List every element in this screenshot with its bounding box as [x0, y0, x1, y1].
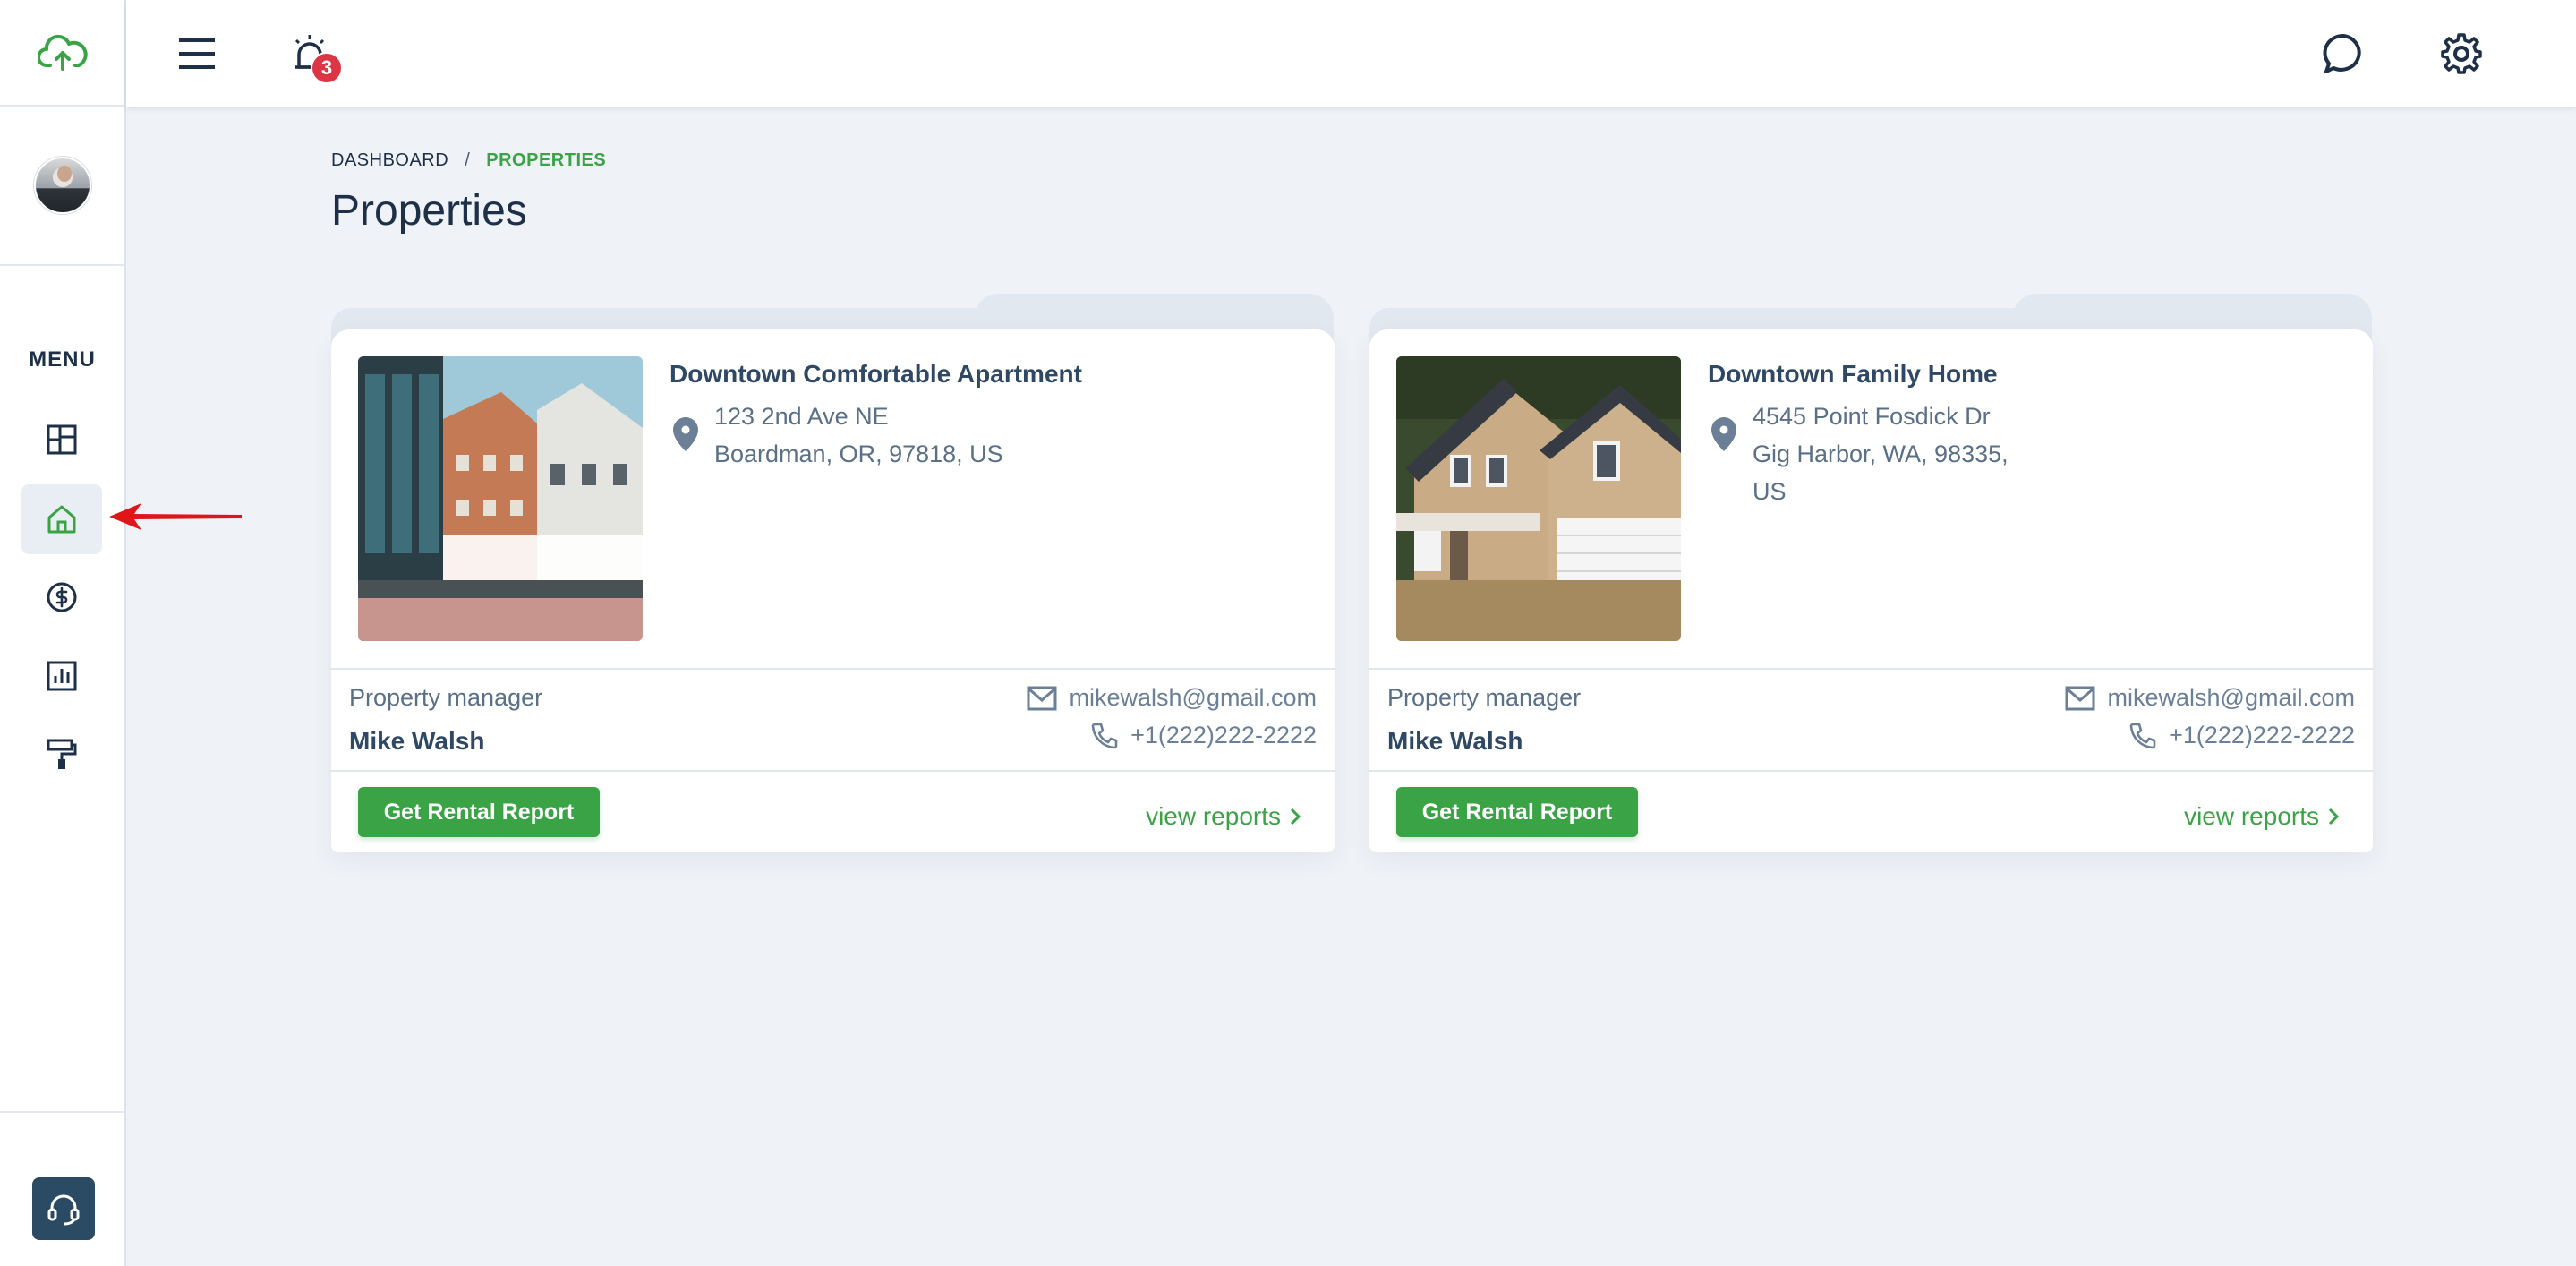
headset-icon: [47, 1194, 80, 1226]
breadcrumb-separator: /: [465, 150, 471, 170]
manager-label: Property manager: [1387, 684, 1582, 711]
sidebar-bottom: [0, 1111, 124, 1266]
property-photo: [358, 356, 643, 641]
menu-toggle-button[interactable]: [170, 27, 224, 81]
divider: [1369, 668, 2373, 670]
property-card: Downtown Comfortable Apartment 123 2nd A…: [331, 329, 1335, 852]
avatar-section: [0, 107, 124, 266]
gear-icon: [2441, 33, 2482, 74]
manager-label: Property manager: [349, 684, 543, 711]
settings-button[interactable]: [2435, 27, 2488, 81]
chart-icon: [47, 661, 77, 691]
manager-email[interactable]: mikewalsh@gmail.com: [2065, 684, 2355, 712]
location-pin-icon: [673, 417, 698, 451]
divider: [331, 668, 1335, 670]
location-pin-icon: [1711, 417, 1736, 451]
sidebar-item-maintenance[interactable]: [21, 720, 102, 790]
manager-phone[interactable]: +1(222)222-2222: [1091, 722, 1317, 749]
view-reports-text: view reports: [2184, 802, 2319, 830]
view-reports-link[interactable]: view reports: [1146, 802, 1301, 831]
chevron-right-icon: [1290, 808, 1301, 825]
divider: [1369, 770, 2373, 772]
notification-badge: 3: [311, 52, 343, 84]
view-reports-text: view reports: [1146, 802, 1281, 830]
hamburger-icon: [179, 38, 215, 69]
sidebar-item-reports[interactable]: [21, 641, 102, 711]
sidebar-item-properties[interactable]: [21, 484, 102, 554]
phone-icon: [2129, 723, 2156, 748]
breadcrumb-properties: PROPERTIES: [486, 150, 607, 170]
breadcrumb: DASHBOARD / PROPERTIES: [331, 150, 606, 171]
phone-icon: [1091, 723, 1118, 748]
house-photo: [1396, 356, 1681, 641]
mail-icon: [1027, 686, 1057, 710]
chevron-right-icon: [2328, 808, 2339, 825]
top-bar: 3: [126, 0, 2576, 107]
logo[interactable]: [0, 0, 124, 107]
sidebar: MENU: [0, 0, 126, 1266]
apartment-photo: [358, 356, 643, 641]
menu-label: MENU: [29, 347, 96, 372]
address-line: Gig Harbor, WA, 98335,: [1753, 441, 2009, 467]
property-photo: [1396, 356, 1681, 641]
avatar[interactable]: [33, 157, 91, 214]
address-line: Boardman, OR, 97818, US: [714, 441, 1003, 467]
get-rental-report-button[interactable]: Get Rental Report: [1396, 787, 1638, 837]
notifications-button[interactable]: 3: [284, 27, 343, 84]
address-line: US: [1753, 478, 1787, 505]
email-text: mikewalsh@gmail.com: [1069, 684, 1317, 711]
support-button[interactable]: [32, 1177, 95, 1240]
mail-icon: [2065, 686, 2095, 710]
chat-bubble-icon: [2323, 33, 2361, 73]
manager-phone[interactable]: +1(222)222-2222: [2129, 722, 2355, 749]
phone-text: +1(222)222-2222: [2169, 722, 2355, 748]
manager-name: Mike Walsh: [349, 727, 485, 755]
dollar-icon: [47, 582, 77, 612]
home-icon: [47, 505, 76, 534]
property-title[interactable]: Downtown Family Home: [1708, 360, 1998, 389]
property-title[interactable]: Downtown Comfortable Apartment: [670, 360, 1082, 389]
page-title: Properties: [331, 187, 527, 235]
messages-button[interactable]: [2316, 27, 2370, 81]
property-address: 4545 Point Fosdick Dr Gig Harbor, WA, 98…: [1753, 398, 2075, 510]
property-address: 123 2nd Ave NE Boardman, OR, 97818, US: [714, 398, 1036, 473]
cloud-upload-icon: [37, 34, 88, 71]
property-card: Downtown Family Home 4545 Point Fosdick …: [1369, 329, 2373, 852]
phone-text: +1(222)222-2222: [1130, 722, 1317, 748]
manager-name: Mike Walsh: [1387, 727, 1523, 755]
breadcrumb-dashboard[interactable]: DASHBOARD: [331, 150, 448, 171]
paint-roller-icon: [47, 739, 77, 769]
view-reports-link[interactable]: view reports: [2184, 802, 2339, 831]
sidebar-item-finance[interactable]: [21, 562, 102, 632]
divider: [331, 770, 1335, 772]
dashboard-icon: [47, 424, 77, 455]
manager-email[interactable]: mikewalsh@gmail.com: [1027, 684, 1317, 712]
address-line: 4545 Point Fosdick Dr: [1753, 403, 1991, 430]
get-rental-report-button[interactable]: Get Rental Report: [358, 787, 600, 837]
address-line: 123 2nd Ave NE: [714, 403, 889, 430]
annotation-arrow: [109, 503, 242, 530]
email-text: mikewalsh@gmail.com: [2107, 684, 2355, 711]
sidebar-item-dashboard[interactable]: [21, 405, 102, 475]
